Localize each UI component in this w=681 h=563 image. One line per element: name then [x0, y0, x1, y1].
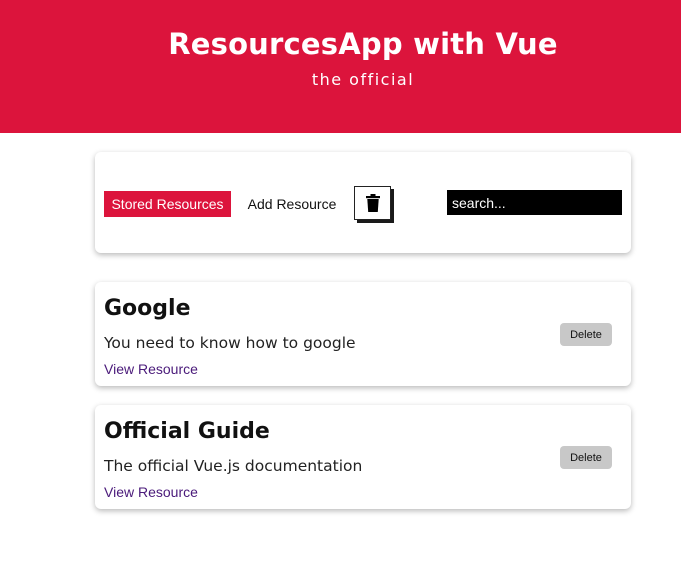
- app-header: ResourcesApp with Vue the official: [0, 0, 681, 133]
- resource-card-google: Google You need to know how to google Vi…: [95, 282, 631, 386]
- view-resource-link[interactable]: View Resource: [104, 484, 198, 500]
- resource-card-official-guide: Official Guide The official Vue.js docum…: [95, 405, 631, 509]
- app-title: ResourcesApp with Vue: [168, 27, 558, 61]
- search-input[interactable]: [447, 190, 622, 215]
- view-resource-link[interactable]: View Resource: [104, 361, 198, 377]
- app-subtitle: the official: [311, 70, 415, 89]
- add-resource-button[interactable]: Add Resource: [241, 191, 343, 217]
- toolbar-card: Stored Resources Add Resource: [95, 152, 631, 253]
- delete-button[interactable]: Delete: [560, 323, 612, 346]
- resource-title: Official Guide: [104, 419, 270, 444]
- delete-all-button[interactable]: [354, 186, 391, 220]
- stored-resources-button[interactable]: Stored Resources: [104, 191, 231, 217]
- resource-description: The official Vue.js documentation: [104, 457, 363, 475]
- resource-title: Google: [104, 296, 191, 321]
- delete-button[interactable]: Delete: [560, 446, 612, 469]
- resource-description: You need to know how to google: [104, 334, 356, 352]
- trash-icon: [365, 194, 380, 212]
